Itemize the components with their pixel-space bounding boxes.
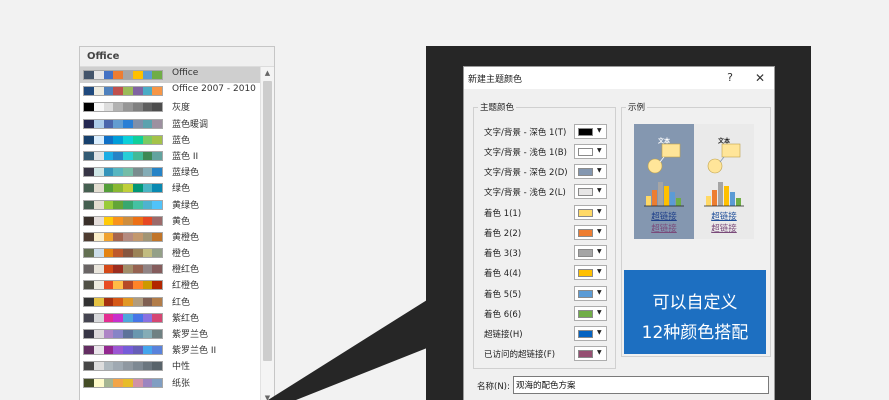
- theme-color-row: 文字/背景 - 深色 1(T) ▼: [484, 124, 614, 140]
- color-chip: [578, 209, 593, 217]
- theme-color-label: 着色 1(1): [484, 209, 522, 219]
- theme-color-label: 文字/背景 - 深色 1(T): [484, 128, 567, 138]
- color-chip: [578, 310, 593, 318]
- name-label: 名称(N):: [477, 382, 510, 392]
- theme-color-row: 着色 4(4) ▼: [484, 265, 614, 281]
- color-chip: [578, 290, 593, 298]
- color-picker-button[interactable]: ▼: [574, 346, 607, 361]
- banner-line1: 可以自定义: [652, 293, 738, 313]
- theme-color-row: 超链接(H) ▼: [484, 326, 614, 342]
- theme-color-label: 文字/背景 - 深色 2(D): [484, 168, 568, 178]
- dropdown-arrow-icon: ▼: [597, 349, 602, 356]
- color-chip: [578, 330, 593, 338]
- dropdown-arrow-icon: ▼: [597, 208, 602, 215]
- preview-hyperlink: 超链接: [711, 212, 737, 222]
- color-chip: [578, 350, 593, 358]
- theme-color-label: 着色 3(3): [484, 249, 522, 259]
- preview-visited-hyperlink: 超链接: [711, 224, 737, 234]
- theme-color-row: 着色 5(5) ▼: [484, 286, 614, 302]
- color-chip: [578, 229, 593, 237]
- preview-hyperlink: 超链接: [651, 212, 677, 222]
- color-chip: [578, 249, 593, 257]
- color-picker-button[interactable]: ▼: [574, 245, 607, 260]
- dropdown-arrow-icon: ▼: [597, 248, 602, 255]
- theme-color-row: 着色 2(2) ▼: [484, 225, 614, 241]
- help-button[interactable]: ?: [722, 70, 738, 86]
- close-button[interactable]: ✕: [752, 70, 768, 86]
- theme-colors-group-title: 主题颜色: [478, 101, 517, 113]
- color-picker-button[interactable]: ▼: [574, 265, 607, 280]
- dropdown-arrow-icon: ▼: [597, 147, 602, 154]
- color-picker-button[interactable]: ▼: [574, 144, 607, 159]
- color-picker-button[interactable]: ▼: [574, 164, 607, 179]
- theme-color-label: 着色 2(2): [484, 229, 522, 239]
- color-chip: [578, 188, 593, 196]
- preview-dark: 文本 超链接 超链接: [634, 124, 694, 239]
- theme-color-row: 着色 6(6) ▼: [484, 306, 614, 322]
- dropdown-arrow-icon: ▼: [597, 268, 602, 275]
- callout-banner: 可以自定义 12种颜色搭配: [624, 270, 766, 354]
- theme-color-row: 已访问的超链接(F) ▼: [484, 346, 614, 362]
- color-picker-button[interactable]: ▼: [574, 286, 607, 301]
- theme-color-row: 文字/背景 - 深色 2(D) ▼: [484, 164, 614, 180]
- theme-color-label: 文字/背景 - 浅色 1(B): [484, 148, 567, 158]
- color-picker-button[interactable]: ▼: [574, 306, 607, 321]
- preview-visited-hyperlink: 超链接: [651, 224, 677, 234]
- dropdown-arrow-icon: ▼: [597, 167, 602, 174]
- preview-light: 文本 超链接 超链接: [694, 124, 754, 239]
- theme-color-label: 超链接(H): [484, 330, 523, 340]
- dropdown-arrow-icon: ▼: [597, 329, 602, 336]
- theme-color-row: 文字/背景 - 浅色 2(L) ▼: [484, 184, 614, 200]
- theme-color-label: 已访问的超链接(F): [484, 350, 556, 360]
- color-picker-button[interactable]: ▼: [574, 184, 607, 199]
- color-chip: [578, 148, 593, 156]
- theme-color-label: 着色 6(6): [484, 310, 522, 320]
- color-chip: [578, 168, 593, 176]
- theme-color-label: 着色 5(5): [484, 290, 522, 300]
- banner-line2: 12种颜色搭配: [641, 323, 749, 343]
- dialog-title: 新建主题颜色: [468, 75, 523, 85]
- dropdown-arrow-icon: ▼: [597, 289, 602, 296]
- theme-color-row: 文字/背景 - 浅色 1(B) ▼: [484, 144, 614, 160]
- new-theme-colors-dialog: 新建主题颜色 ? ✕ 主题颜色 文字/背景 - 深色 1(T) ▼ 文字/背景 - …: [463, 66, 775, 400]
- theme-color-row: 着色 1(1) ▼: [484, 205, 614, 221]
- name-input[interactable]: [513, 376, 769, 394]
- dropdown-arrow-icon: ▼: [597, 309, 602, 316]
- theme-colors-group: 主题颜色 文字/背景 - 深色 1(T) ▼ 文字/背景 - 浅色 1(B) ▼ 文字/…: [473, 101, 616, 369]
- example-group-title: 示例: [626, 101, 648, 113]
- color-picker-button[interactable]: ▼: [574, 205, 607, 220]
- theme-color-label: 着色 4(4): [484, 269, 522, 279]
- color-picker-button[interactable]: ▼: [574, 124, 607, 139]
- dialog-title-bar: 新建主题颜色 ? ✕: [464, 67, 774, 89]
- color-chip: [578, 128, 593, 136]
- theme-color-row: 着色 3(3) ▼: [484, 245, 614, 261]
- dropdown-arrow-icon: ▼: [597, 187, 602, 194]
- dropdown-arrow-icon: ▼: [597, 127, 602, 134]
- color-chip: [578, 269, 593, 277]
- dropdown-arrow-icon: ▼: [597, 228, 602, 235]
- color-picker-button[interactable]: ▼: [574, 326, 607, 341]
- theme-color-label: 文字/背景 - 浅色 2(L): [484, 188, 566, 198]
- color-picker-button[interactable]: ▼: [574, 225, 607, 240]
